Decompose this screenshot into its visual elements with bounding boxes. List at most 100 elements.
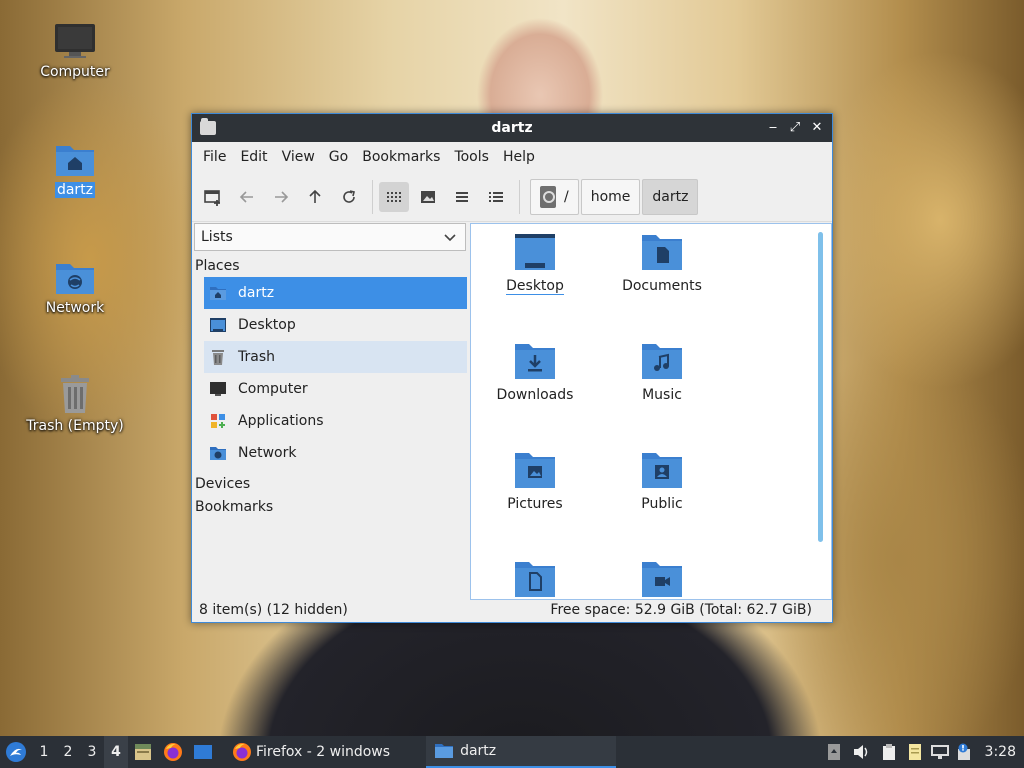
file-name: Music [642,387,682,403]
sidebar-item-dartz[interactable]: dartz [204,277,467,309]
path-root-label: / [564,188,569,205]
sidebar-item-computer[interactable]: Computer [204,373,467,405]
sidebar-view-value: Lists [201,229,233,245]
workspace-3[interactable]: 3 [80,736,104,768]
new-tab-icon [204,189,220,206]
file-name: Desktop [506,278,564,295]
path-home-button[interactable]: home [580,178,641,215]
file-view[interactable]: Desktop Documents Downloads Music Pictur… [470,223,832,600]
places-header[interactable]: Places [192,255,468,277]
task-dartz[interactable]: dartz [426,736,617,768]
clock[interactable]: 3:28 [975,744,1024,760]
file-item-public[interactable]: Public [600,450,724,512]
workspace-1[interactable]: 1 [32,736,56,768]
file-item-downloads[interactable]: Downloads [473,341,597,403]
desktop-icon-label: Network [45,300,105,316]
back-button[interactable] [232,182,262,212]
desktop-icon-home[interactable]: dartz [20,140,130,198]
menu-view[interactable]: View [275,149,322,165]
sidebar-item-label: Applications [238,413,324,429]
toolbar: / home dartz [192,172,832,222]
sidebar-item-network[interactable]: Network [204,437,467,469]
menu-go[interactable]: Go [322,149,355,165]
show-desktop-icon [194,745,212,759]
task-label: dartz [460,743,497,759]
path-root-button[interactable]: / [530,178,579,215]
file-manager-icon [135,744,151,760]
menu-tools[interactable]: Tools [447,149,496,165]
menu-file[interactable]: File [196,149,233,165]
file-item-pictures[interactable]: Pictures [473,450,597,512]
thumbnail-view-button[interactable] [413,182,443,212]
system-tray: 3:28 [821,736,1024,768]
task-label: Firefox - 2 windows [256,744,391,760]
reload-button[interactable] [334,182,364,212]
downloads-folder-icon [515,344,555,379]
status-bar: 8 item(s) (12 hidden) Free space: 52.9 G… [192,598,832,622]
taskbar: 1 2 3 4 Firefox - 2 windows dartz 3:28 [0,736,1024,768]
trash-icon [208,347,228,367]
network-status-button[interactable] [927,744,953,760]
forward-button[interactable] [266,182,296,212]
file-item-templates[interactable] [473,559,597,599]
computer-icon [55,24,95,58]
network-folder-icon [208,443,228,463]
file-item-documents[interactable]: Documents [600,232,724,294]
workspace-4[interactable]: 4 [104,736,128,768]
task-firefox[interactable]: Firefox - 2 windows [224,736,398,768]
minimize-button[interactable]: ‒ [766,121,780,135]
file-name: Documents [622,278,702,294]
file-item-music[interactable]: Music [600,341,724,403]
start-menu-button[interactable] [0,736,32,768]
clipboard-button[interactable] [875,743,903,761]
lubuntu-logo-icon [6,742,26,762]
sidebar-item-label: Computer [238,381,308,397]
music-folder-icon [642,344,682,379]
up-button[interactable] [300,182,330,212]
bookmarks-header[interactable]: Bookmarks [192,496,468,518]
desktop-icon-label: Trash (Empty) [26,418,124,434]
scrollbar[interactable] [818,232,823,542]
window-title: dartz [491,120,533,136]
videos-folder-icon [642,562,682,597]
sidebar-item-label: Network [238,445,297,461]
sidebar-view-select[interactable]: Lists [194,223,466,251]
devices-header[interactable]: Devices [192,473,468,495]
icon-view-button[interactable] [379,181,409,212]
sidebar: Lists Places dartz Desktop Trash Compute… [192,223,468,600]
volume-button[interactable] [847,744,875,760]
templates-folder-icon [515,562,555,597]
list-icon [456,191,468,202]
notes-button[interactable] [903,743,927,761]
desktop-launcher[interactable] [188,736,218,768]
path-dartz-button[interactable]: dartz [642,178,699,215]
toolbar-separator [372,179,373,214]
workspace-2[interactable]: 2 [56,736,80,768]
menu-edit[interactable]: Edit [233,149,274,165]
desktop-icon-computer[interactable]: Computer [20,22,130,80]
path-bar: / home dartz [530,178,700,215]
new-tab-button[interactable] [198,182,228,212]
title-bar[interactable]: dartz ‒ ⤢ ✕ [192,114,832,142]
desktop-icon-trash[interactable]: Trash (Empty) [20,374,130,434]
menu-bookmarks[interactable]: Bookmarks [355,149,447,165]
file-manager-launcher[interactable] [128,736,158,768]
file-item-desktop[interactable]: Desktop [473,232,597,295]
firefox-launcher[interactable] [158,736,188,768]
update-notification-icon [957,743,970,760]
sidebar-item-trash[interactable]: Trash [204,341,467,373]
desktop-icon-network[interactable]: Network [20,258,130,316]
sidebar-item-applications[interactable]: Applications [204,405,467,437]
maximize-button[interactable]: ⤢ [788,121,802,135]
close-button[interactable]: ✕ [810,121,824,135]
detailed-list-view-button[interactable] [481,182,511,212]
tray-arrow-button[interactable] [821,743,847,761]
menu-help[interactable]: Help [496,149,542,165]
public-folder-icon [642,453,682,488]
file-item-videos[interactable] [600,559,724,599]
sidebar-item-label: Desktop [238,317,296,333]
pictures-folder-icon [515,453,555,488]
sidebar-item-desktop[interactable]: Desktop [204,309,467,341]
compact-view-button[interactable] [447,182,477,212]
update-notifier-button[interactable] [953,743,975,761]
